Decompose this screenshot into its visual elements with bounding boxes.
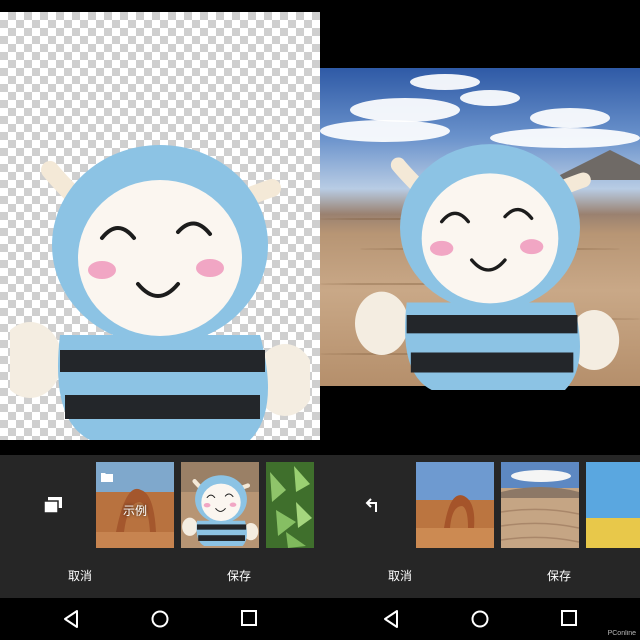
plush-toy-cutout bbox=[10, 140, 310, 440]
save-button[interactable]: 保存 bbox=[529, 565, 589, 587]
back-arrow-icon[interactable] bbox=[354, 485, 394, 525]
editor-bottom-panel: 示例 取消 保存 bbox=[0, 455, 320, 598]
recents-square-icon[interactable] bbox=[240, 609, 260, 629]
transparent-preview bbox=[0, 0, 320, 455]
thumbnail-beach[interactable] bbox=[586, 462, 640, 548]
cancel-button[interactable]: 取消 bbox=[50, 565, 110, 587]
back-triangle-icon[interactable] bbox=[382, 609, 402, 629]
thumbnail-plush-toy[interactable] bbox=[181, 462, 259, 548]
left-screen: 示例 取消 保存 bbox=[0, 0, 320, 640]
thumbnail-sample-label: 示例 bbox=[122, 504, 147, 518]
save-button[interactable]: 保存 bbox=[209, 565, 269, 587]
background-picker-panel: 取消 保存 bbox=[320, 455, 640, 598]
navigation-bar bbox=[0, 598, 320, 640]
home-circle-icon[interactable] bbox=[150, 609, 170, 629]
recents-square-icon[interactable] bbox=[560, 609, 580, 629]
back-triangle-icon[interactable] bbox=[62, 609, 82, 629]
plush-toy-composited bbox=[340, 140, 640, 390]
cancel-button[interactable]: 取消 bbox=[370, 565, 430, 587]
folder-icon bbox=[101, 467, 113, 486]
navigation-bar: PConline bbox=[320, 598, 640, 640]
composite-preview bbox=[320, 0, 640, 455]
thumbnail-arch[interactable] bbox=[416, 462, 494, 548]
thumbnail-sample[interactable]: 示例 bbox=[96, 462, 174, 548]
home-circle-icon[interactable] bbox=[470, 609, 490, 629]
watermark-text: PConline bbox=[607, 630, 636, 637]
thumbnail-leaves[interactable] bbox=[266, 462, 314, 548]
thumbnail-desert[interactable] bbox=[501, 462, 579, 548]
right-screen: 取消 保存 PConline bbox=[320, 0, 640, 640]
photo-library-icon[interactable] bbox=[33, 485, 73, 525]
